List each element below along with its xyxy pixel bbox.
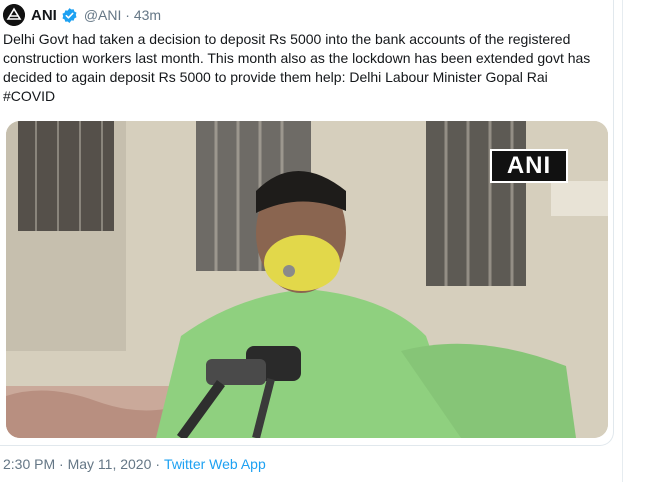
tweet-text: Delhi Govt had taken a decision to depos… bbox=[3, 31, 591, 104]
tweet-meta: 2:30 PM · May 11, 2020 · Twitter Web App bbox=[3, 456, 266, 472]
handle-text[interactable]: @ANI bbox=[84, 7, 122, 23]
meta-separator: · bbox=[155, 456, 161, 472]
ani-logo-avatar-icon bbox=[3, 4, 25, 26]
author-handle[interactable]: @ANI · 43m bbox=[84, 7, 161, 23]
tweet-header: ANI @ANI · 43m bbox=[3, 3, 161, 27]
header-separator: · bbox=[125, 7, 130, 23]
author-avatar[interactable] bbox=[3, 4, 25, 26]
timeline-divider bbox=[622, 0, 623, 482]
tweet-timestamp[interactable]: 2:30 PM · May 11, 2020 bbox=[3, 456, 151, 472]
source-app-link[interactable]: Twitter Web App bbox=[164, 456, 266, 472]
media-watermark: ANI bbox=[490, 149, 568, 183]
tweet-age[interactable]: 43m bbox=[134, 7, 161, 23]
author-name[interactable]: ANI bbox=[31, 7, 57, 24]
verified-badge-icon bbox=[61, 7, 78, 24]
tweet-media-image[interactable]: ANI bbox=[6, 121, 608, 438]
